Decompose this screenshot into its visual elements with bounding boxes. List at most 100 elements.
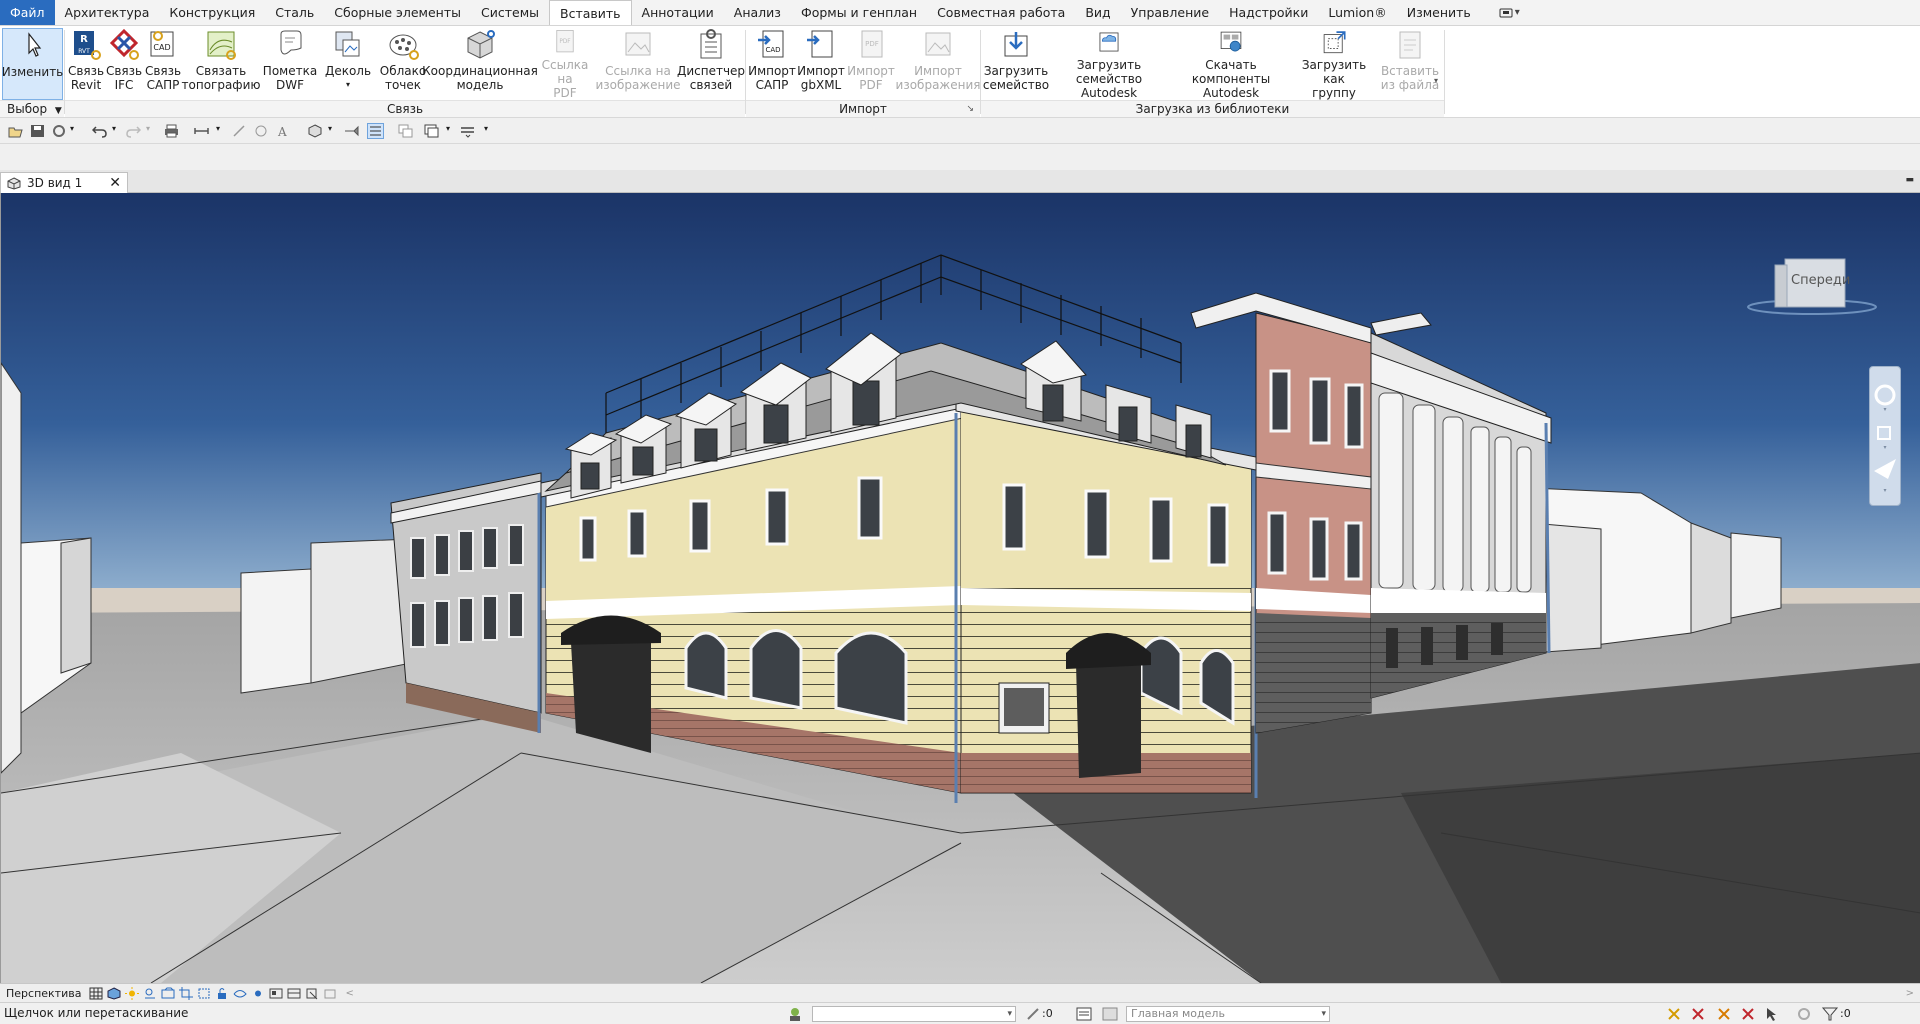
dialog-launcher-icon[interactable]: ↘: [966, 101, 974, 118]
scroll-right-icon[interactable]: >: [1906, 988, 1914, 999]
decal-button[interactable]: Деколь ▾: [323, 28, 373, 100]
3d-viewport[interactable]: Спереди ▾ ▾ ▾: [0, 193, 1920, 983]
background-processes-icon[interactable]: [1796, 1006, 1812, 1022]
editable-only-icon[interactable]: [1026, 1007, 1040, 1021]
tab-systems[interactable]: Системы: [471, 0, 549, 25]
temporary-view-properties-icon[interactable]: [269, 987, 283, 1000]
ribbon-display-toggle[interactable]: ▾: [1499, 0, 1520, 25]
chevron-down-icon[interactable]: ▾: [112, 124, 116, 133]
select-group-dropdown[interactable]: Выбор ▼: [0, 100, 64, 117]
design-options-icon[interactable]: [1076, 1006, 1092, 1022]
tab-massing-site[interactable]: Формы и генплан: [791, 0, 927, 25]
temporary-hide-icon[interactable]: [233, 987, 248, 1000]
exclude-options-icon[interactable]: [1102, 1006, 1118, 1022]
tab-addins[interactable]: Надстройки: [1219, 0, 1318, 25]
link-image-button[interactable]: Ссылка на изображение: [595, 28, 681, 100]
link-cad-button[interactable]: CAD Связь САПР: [144, 28, 182, 100]
print-icon[interactable]: [164, 124, 179, 138]
shadows-icon[interactable]: [143, 987, 157, 1000]
coordination-model-button[interactable]: Координационная модель: [422, 28, 538, 100]
visual-style-icon[interactable]: [107, 986, 121, 1000]
import-cad-button[interactable]: CAD Импорт САПР: [748, 28, 796, 100]
tag-icon[interactable]: [254, 124, 269, 138]
measure-icon[interactable]: [194, 124, 209, 138]
link-ifc-button[interactable]: Связь IFC: [106, 28, 142, 100]
dwf-markup-button[interactable]: Пометка DWF: [263, 28, 317, 100]
sun-path-icon[interactable]: [125, 986, 140, 1000]
customize-toolbar-icon[interactable]: [460, 124, 475, 138]
redo-icon[interactable]: [126, 124, 141, 138]
zoom-icon[interactable]: [1877, 426, 1891, 440]
dimension-icon[interactable]: [232, 124, 247, 138]
load-family-button[interactable]: Загрузить семейство: [982, 28, 1050, 100]
tab-annotate[interactable]: Аннотации: [632, 0, 724, 25]
tab-analyze[interactable]: Анализ: [724, 0, 791, 25]
close-hidden-windows-icon[interactable]: [398, 124, 413, 138]
section-icon[interactable]: [344, 124, 359, 138]
tab-view[interactable]: Вид: [1075, 0, 1120, 25]
tab-steel[interactable]: Сталь: [265, 0, 324, 25]
design-option-combo[interactable]: Главная модель ▾: [1126, 1006, 1330, 1022]
tab-collaborate[interactable]: Совместная работа: [927, 0, 1075, 25]
import-image-button[interactable]: Импорт изображения: [896, 28, 980, 100]
default-3d-view-icon[interactable]: [308, 124, 323, 138]
select-links-icon[interactable]: [1666, 1006, 1682, 1022]
chevron-down-icon[interactable]: ▾: [484, 124, 488, 133]
tab-modify[interactable]: Изменить: [1397, 0, 1481, 25]
chevron-down-icon[interactable]: ▾: [216, 124, 220, 133]
tab-insert[interactable]: Вставить: [549, 0, 632, 25]
highlight-displacement-icon[interactable]: [305, 987, 319, 1000]
tab-precast[interactable]: Сборные элементы: [324, 0, 471, 25]
chevron-down-icon[interactable]: ▾: [446, 124, 450, 133]
orbit-icon[interactable]: [1874, 459, 1896, 479]
open-icon[interactable]: [8, 124, 23, 138]
sync-icon[interactable]: [52, 124, 67, 138]
workset-combo[interactable]: ▾: [812, 1006, 1016, 1022]
link-topography-button[interactable]: Связать топографию: [182, 28, 260, 100]
point-cloud-button[interactable]: Облако точек: [380, 28, 426, 100]
tab-architecture[interactable]: Архитектура: [55, 0, 160, 25]
insert-from-file-button[interactable]: Вставить из файла: [1378, 28, 1442, 100]
select-by-face-icon[interactable]: [1740, 1006, 1756, 1022]
analytical-model-icon[interactable]: [287, 987, 301, 1000]
file-tab[interactable]: Файл: [0, 0, 55, 25]
thin-lines-icon[interactable]: [367, 123, 384, 139]
manage-links-button[interactable]: Диспетчер связей: [677, 28, 745, 100]
reveal-constraints-icon[interactable]: [323, 987, 337, 1000]
select-underlay-icon[interactable]: [1690, 1006, 1706, 1022]
import-gbxml-button[interactable]: Импорт gbXML: [797, 28, 845, 100]
insert-dropdown-icon[interactable]: ▾: [1434, 76, 1438, 85]
unlock-view-icon[interactable]: [215, 987, 229, 1000]
show-crop-region-icon[interactable]: [197, 987, 211, 1000]
select-pinned-icon[interactable]: [1716, 1006, 1732, 1022]
tab-manage[interactable]: Управление: [1121, 0, 1219, 25]
download-components-button[interactable]: Скачать компоненты Autodesk: [1170, 28, 1292, 100]
detail-level-icon[interactable]: [89, 987, 103, 1000]
tab-lumion[interactable]: Lumion®: [1318, 0, 1396, 25]
crop-view-icon[interactable]: [179, 986, 194, 1000]
chevron-down-icon[interactable]: ▾: [328, 124, 332, 133]
tab-list-dropdown-icon[interactable]: ▬: [1905, 175, 1914, 185]
load-as-group-button[interactable]: Загрузить как группу: [1292, 28, 1376, 100]
text-icon[interactable]: A: [276, 124, 291, 138]
reveal-hidden-icon[interactable]: [251, 987, 265, 1000]
link-revit-button[interactable]: R RVT Связь Revit: [68, 28, 104, 100]
drag-on-selection-icon[interactable]: [1764, 1006, 1780, 1022]
steering-wheel-icon[interactable]: [1874, 384, 1896, 406]
filter-icon[interactable]: [1822, 1006, 1838, 1022]
chevron-down-icon[interactable]: ▾: [146, 124, 150, 133]
load-autodesk-family-button[interactable]: Загрузить семейство Autodesk: [1050, 28, 1168, 100]
save-icon[interactable]: [30, 124, 45, 138]
chevron-down-icon[interactable]: ▾: [70, 124, 74, 133]
link-pdf-button[interactable]: PDF Ссылка на PDF: [534, 28, 596, 100]
switch-windows-icon[interactable]: [424, 124, 439, 138]
import-pdf-button[interactable]: PDF Импорт PDF: [847, 28, 895, 100]
undo-icon[interactable]: [92, 124, 107, 138]
tab-structure[interactable]: Конструкция: [159, 0, 265, 25]
worksets-icon[interactable]: [787, 1006, 803, 1022]
scroll-left-icon[interactable]: <: [345, 988, 353, 999]
view-tab-3d[interactable]: 3D вид 1 ✕: [0, 172, 128, 193]
close-icon[interactable]: ✕: [109, 175, 121, 191]
viewcube[interactable]: Спереди: [1745, 257, 1879, 317]
render-icon[interactable]: [161, 987, 175, 1000]
